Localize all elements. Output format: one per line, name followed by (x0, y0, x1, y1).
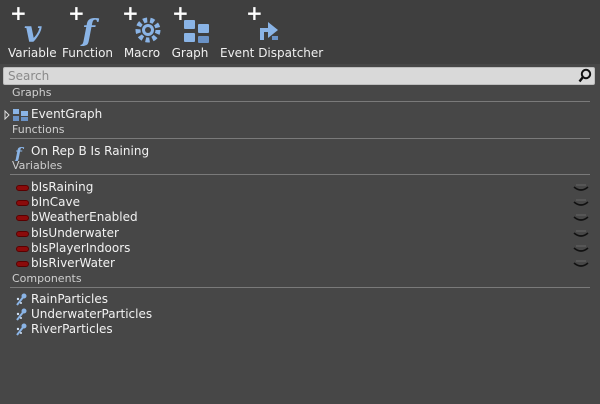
divider (10, 174, 590, 175)
variable-type-icon (14, 227, 29, 241)
graph-item-label: EventGraph (31, 107, 103, 121)
variable-item[interactable]: bInCave (10, 195, 310, 210)
expand-arrow-icon[interactable] (4, 109, 10, 123)
search-box (3, 67, 595, 85)
function-item-on-rep-b-is-raining[interactable]: f On Rep B Is Raining (10, 144, 310, 163)
add-function-icon: + f (66, 1, 108, 49)
component-label: UnderwaterParticles (31, 307, 153, 321)
particle-system-icon (14, 323, 28, 337)
search-icon[interactable] (578, 68, 592, 84)
component-item[interactable]: RiverParticles (10, 322, 310, 337)
add-variable-icon: + v (8, 1, 50, 50)
graph-item-eventgraph[interactable]: EventGraph (4, 107, 310, 122)
add-function-button[interactable]: + f Function (62, 1, 114, 62)
variable-type-icon (14, 242, 29, 256)
closed-eye-icon[interactable] (573, 229, 589, 239)
toolbar: + v Variable + f Function + Macro + Grap… (0, 0, 600, 64)
add-event-dispatcher-icon: + (244, 1, 286, 46)
variable-item[interactable]: bIsRiverWater (10, 256, 310, 271)
add-graph-label: Graph (171, 46, 209, 60)
variable-type-icon (14, 196, 29, 210)
svg-text:+: + (246, 4, 263, 25)
add-macro-button[interactable]: + Macro (122, 1, 164, 62)
section-graphs: Graphs (12, 86, 52, 99)
variable-item[interactable]: bIsUnderwater (10, 226, 310, 241)
add-event-dispatcher-label: Event Dispatcher (220, 46, 324, 60)
variable-label: bIsRaining (31, 180, 94, 194)
function-item-label: On Rep B Is Raining (31, 144, 150, 158)
variable-label: bIsUnderwater (31, 226, 119, 240)
component-item[interactable]: UnderwaterParticles (10, 307, 310, 322)
divider (10, 101, 590, 102)
add-macro-icon: + (122, 1, 164, 46)
function-icon: f (14, 144, 28, 163)
particle-system-icon (14, 293, 28, 307)
graph-icon (13, 108, 28, 122)
closed-eye-icon[interactable] (573, 198, 589, 208)
section-components: Components (12, 272, 82, 285)
variable-label: bInCave (31, 195, 80, 209)
component-label: RainParticles (31, 292, 108, 306)
variable-item[interactable]: bIsPlayerIndoors (10, 241, 310, 256)
closed-eye-icon[interactable] (573, 244, 589, 254)
add-variable-button[interactable]: + v Variable (8, 1, 57, 62)
divider (10, 287, 590, 288)
component-label: RiverParticles (31, 322, 113, 336)
add-variable-label: Variable (8, 46, 57, 60)
variable-type-icon (14, 211, 29, 225)
variable-type-icon (14, 181, 29, 195)
particle-system-icon (14, 308, 28, 322)
variable-item[interactable]: bWeatherEnabled (10, 210, 310, 225)
add-graph-icon: + (170, 1, 212, 46)
section-functions: Functions (12, 123, 65, 136)
add-graph-button[interactable]: + Graph (170, 1, 212, 62)
add-function-label: Function (62, 46, 114, 60)
svg-text:v: v (24, 15, 42, 46)
closed-eye-icon[interactable] (573, 259, 589, 269)
search-input[interactable] (8, 68, 568, 84)
closed-eye-icon[interactable] (573, 213, 589, 223)
variable-type-icon (14, 257, 29, 271)
variable-item[interactable]: bIsRaining (10, 180, 310, 195)
component-item[interactable]: RainParticles (10, 292, 310, 307)
variable-label: bWeatherEnabled (31, 210, 138, 224)
divider (10, 138, 590, 139)
variable-label: bIsRiverWater (31, 256, 115, 270)
closed-eye-icon[interactable] (573, 183, 589, 193)
add-macro-label: Macro (123, 46, 161, 60)
add-event-dispatcher-button[interactable]: + Event Dispatcher (220, 1, 324, 62)
svg-text:+: + (122, 4, 139, 25)
section-variables: Variables (12, 159, 63, 172)
variable-label: bIsPlayerIndoors (31, 241, 131, 255)
svg-text:f: f (80, 14, 100, 46)
